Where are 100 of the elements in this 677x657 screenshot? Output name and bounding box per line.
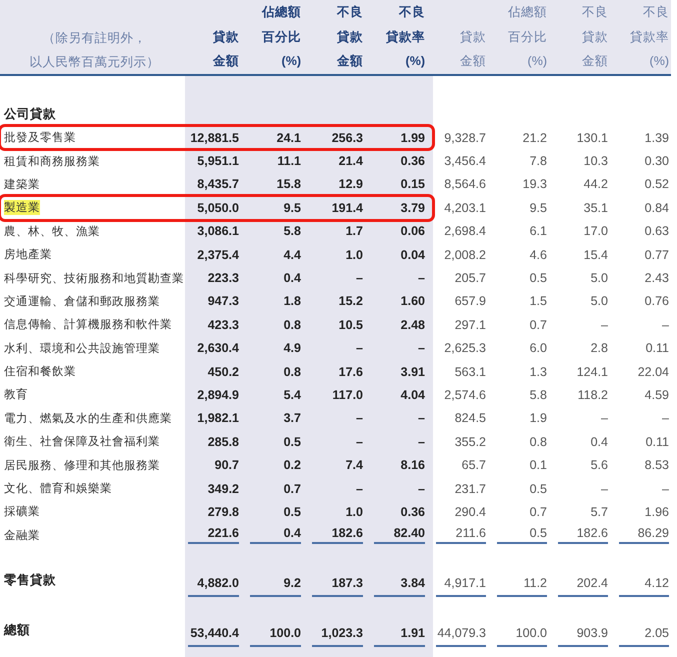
table-cell-text: 1.8: [282, 294, 301, 308]
table-cell: 1,023.3: [312, 626, 363, 648]
table-cell: 0.5: [497, 526, 547, 544]
table-cell: 182.6: [312, 526, 363, 544]
table-cell-text: 9.5: [282, 200, 301, 215]
table-cell-text: 3.7: [282, 411, 301, 426]
table-cell-text: 0.8: [282, 364, 301, 379]
table-cell-text: 0.2: [282, 458, 301, 472]
table-cell-text: 355.2: [454, 434, 486, 449]
table-cell-text: 21.4: [338, 154, 363, 168]
table-cell-text: 124.1: [576, 364, 608, 379]
table-cell-text: –: [661, 318, 669, 332]
table-cell-text: 2,574.6: [443, 388, 486, 402]
table-cell-text: 117.0: [331, 388, 363, 402]
table-cell-text: 1.0: [344, 248, 363, 262]
table-cell-text: 2,625.3: [443, 341, 486, 356]
table-cell-text: 4,203.1: [443, 200, 486, 215]
table-cell-text: 4.59: [644, 388, 669, 402]
table-cell: 100.0: [497, 626, 547, 648]
table-cell: 187.3: [312, 576, 363, 598]
table-cell-text: 3,086.1: [196, 224, 239, 238]
table-cell-text: 11.1: [276, 154, 301, 168]
table-cell-text: 5.8: [528, 388, 547, 402]
row-label: 建築業: [4, 178, 40, 192]
column-header: 佔總額 百分比 (%): [262, 4, 301, 70]
table-cell-text: 12,881.5: [189, 130, 239, 145]
column-header: 不良 貸款率 (%): [630, 4, 669, 70]
table-cell-text: 2.8: [590, 341, 608, 356]
table-cell-text: 65.7: [460, 458, 486, 472]
table-cell: 1.91: [374, 626, 425, 648]
table-cell-text: 2,008.2: [443, 248, 486, 262]
table-cell-text: 5.0: [590, 271, 608, 286]
table-cell-text: 8.53: [644, 458, 669, 472]
table-cell-text: 279.8: [206, 504, 239, 519]
table-cell-text: 0.7: [282, 482, 301, 496]
table-cell-text: 2,698.4: [443, 224, 486, 238]
table-cell-text: 563.1: [454, 364, 486, 379]
table-cell-text: 9.5: [528, 200, 547, 215]
table-cell-text: 1.7: [344, 224, 363, 238]
table-cell-text: 17.0: [582, 224, 608, 238]
table-cell-text: –: [417, 341, 425, 356]
table-cell-text: 0.77: [644, 248, 669, 262]
table-cell-text: 0.8: [282, 318, 301, 332]
table-cell: 4,917.1: [436, 576, 486, 598]
table-cell: 0.4: [250, 526, 301, 544]
table-cell-text: 44.2: [582, 177, 608, 192]
table-cell-text: 19.3: [522, 177, 547, 192]
table-cell-text: 7.4: [344, 458, 363, 472]
table-cell-text: 0.5: [528, 271, 547, 286]
table-cell-text: 223.3: [206, 271, 239, 286]
table-cell: 221.6: [188, 526, 239, 544]
column-header: 貸款 金額: [460, 28, 486, 70]
table-cell-text: 6.0: [528, 341, 547, 356]
table-cell-text: 118.2: [576, 388, 608, 402]
table-cell-text: 1.60: [400, 294, 425, 308]
row-label: 文化、體育和娛樂業: [4, 481, 112, 496]
table-cell-text: 5.8: [282, 224, 301, 238]
table-cell-text: –: [355, 271, 363, 286]
table-cell-text: 0.5: [282, 504, 301, 519]
table-cell-text: 15.8: [276, 177, 301, 192]
table-cell: 82.40: [374, 526, 425, 544]
table-cell-text: 0.11: [644, 434, 669, 449]
table-cell-text: 0.06: [400, 224, 425, 238]
table-cell-text: 1.5: [528, 294, 547, 308]
table-cell-text: 0.11: [644, 341, 669, 356]
table-cell: 182.6: [558, 526, 608, 544]
table-cell-text: 0.5: [528, 482, 547, 496]
table-cell-text: –: [600, 411, 608, 426]
row-label: 居民服務、修理和其他服務業: [4, 458, 160, 473]
table-cell-text: –: [600, 318, 608, 332]
table-cell-text: –: [661, 411, 669, 426]
table-cell-text: 5.7: [590, 504, 608, 519]
table-cell-text: 0.04: [400, 248, 425, 262]
table-cell-text: 8,435.7: [196, 177, 239, 192]
column-header: 不良 貸款率 (%): [386, 4, 425, 70]
table-cell: 53,440.4: [188, 626, 239, 648]
row-label: 衛生、社會保障及社會福利業: [4, 434, 160, 450]
table-cell-text: 15.2: [338, 294, 363, 308]
table-cell-text: 205.7: [454, 271, 486, 286]
table-cell: 4.12: [619, 576, 669, 598]
table-cell-text: 2,894.9: [196, 388, 239, 402]
unit-note: （除另有註明外，: [42, 30, 146, 46]
table-cell-text: 10.5: [338, 318, 363, 332]
table-cell-text: 450.2: [206, 364, 239, 379]
table-cell: 3.84: [374, 576, 425, 598]
table-cell: 4,882.0: [188, 576, 239, 598]
column-header: 佔總額 百分比 (%): [508, 4, 547, 70]
row-label: 教育: [4, 387, 28, 402]
table-cell: 44,079.3: [436, 626, 486, 648]
table-cell-text: 21.2: [522, 130, 547, 145]
table-cell-text: 290.4: [454, 504, 486, 519]
table-cell-text: –: [600, 482, 608, 496]
table-cell-text: 947.3: [206, 294, 239, 308]
row-label: 住宿和餐飲業: [4, 364, 76, 380]
table-cell-text: –: [417, 411, 425, 426]
unit-note: 以人民幣百萬元列示）: [30, 54, 160, 70]
table-cell-text: 1.39: [644, 130, 669, 145]
table-cell-text: 0.7: [528, 318, 547, 332]
table-cell-text: 297.1: [454, 318, 486, 332]
table-cell-text: 2.48: [400, 318, 425, 332]
